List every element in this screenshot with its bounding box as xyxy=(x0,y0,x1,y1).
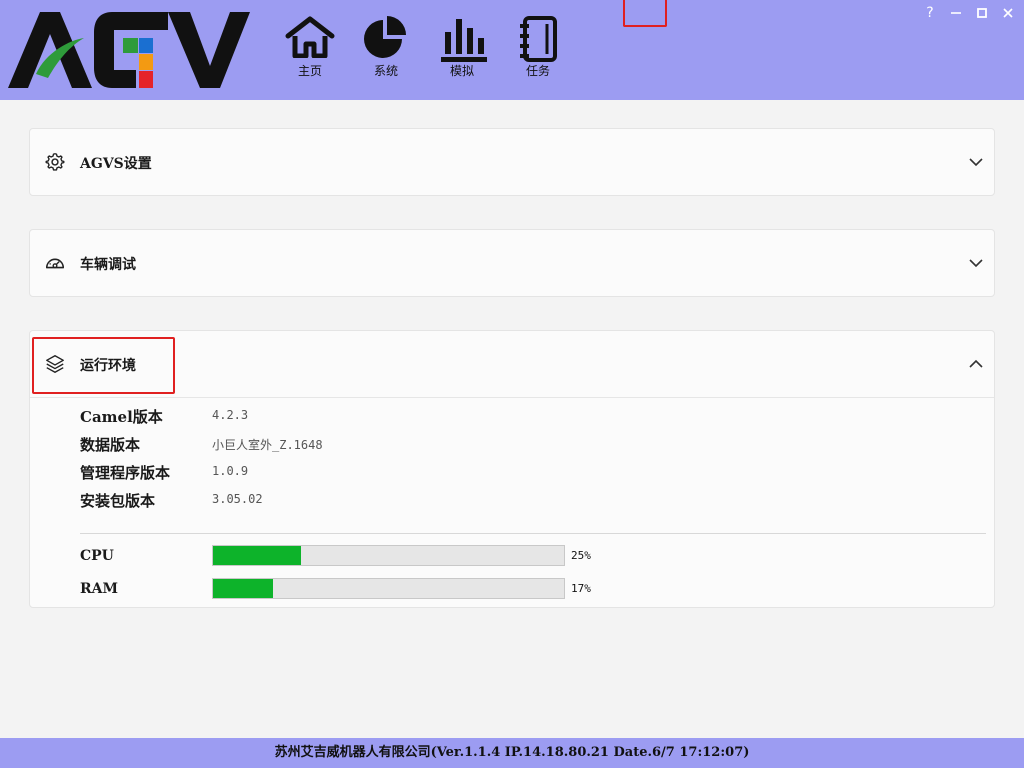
gear-icon xyxy=(45,153,65,171)
info-label: 数据版本 xyxy=(80,436,141,454)
nav-simulation-label: 模拟 xyxy=(449,64,474,78)
nav-home[interactable]: 主页 xyxy=(280,16,340,96)
panel-agvs-settings-header[interactable]: AGVS设置 xyxy=(30,129,994,195)
ram-progress-bar xyxy=(212,578,565,599)
speedometer-icon xyxy=(45,258,65,269)
close-button[interactable] xyxy=(998,3,1018,23)
home-icon xyxy=(285,16,335,58)
panel-agvs-settings: AGVS设置 xyxy=(29,128,995,196)
ram-label: RAM xyxy=(80,581,118,597)
app-header: 主页 系统 模拟 任务 ? xyxy=(0,0,1024,100)
chevron-down-icon xyxy=(969,158,983,167)
nav-simulation[interactable]: 模拟 xyxy=(432,16,492,96)
maximize-button[interactable] xyxy=(972,3,992,23)
cpu-label: CPU xyxy=(80,548,114,564)
nav-system-label: 系统 xyxy=(373,64,398,78)
cpu-progress-fill xyxy=(213,546,301,565)
divider xyxy=(80,533,986,534)
ram-value: 17% xyxy=(571,582,591,595)
nav-tasks[interactable]: 任务 xyxy=(508,16,568,96)
footer-text: 苏州艾吉威机器人有限公司(Ver.1.1.4 IP.14.18.80.21 Da… xyxy=(274,745,750,760)
info-value: 1.0.9 xyxy=(212,464,249,478)
highlight-box-runtime-env xyxy=(32,337,175,394)
panel-vehicle-debug-title: 车辆调试 xyxy=(80,257,136,273)
maximize-icon xyxy=(977,8,987,18)
nav-home-label: 主页 xyxy=(297,64,322,78)
info-label: 安装包版本 xyxy=(80,492,156,510)
help-button[interactable]: ? xyxy=(920,3,940,23)
chevron-down-icon xyxy=(969,259,983,268)
cpu-progress-bar xyxy=(212,545,565,566)
minimize-icon xyxy=(951,12,961,14)
nav-system[interactable]: 系统 xyxy=(356,16,416,96)
panel-vehicle-debug: 车辆调试 xyxy=(29,229,995,297)
cpu-value: 25% xyxy=(571,549,591,562)
panel-agvs-settings-title: AGVS设置 xyxy=(80,156,152,172)
panel-runtime-env-body: Camel版本 4.2.3 数据版本 小巨人室外_Z.1648 管理程序版本 1… xyxy=(30,397,994,607)
minimize-button[interactable] xyxy=(946,3,966,23)
highlight-marker-top xyxy=(623,0,667,27)
info-label: 管理程序版本 xyxy=(80,464,171,482)
notebook-icon xyxy=(520,16,557,62)
bar-chart-icon xyxy=(441,19,487,62)
info-label: Camel版本 xyxy=(80,408,163,426)
ram-progress-fill xyxy=(213,579,273,598)
help-icon: ? xyxy=(926,5,934,21)
pie-chart-icon xyxy=(364,16,406,58)
info-value: 4.2.3 xyxy=(212,408,249,422)
chevron-up-icon xyxy=(969,359,983,368)
info-value: 小巨人室外_Z.1648 xyxy=(212,438,323,452)
close-icon xyxy=(1003,8,1013,18)
status-footer: 苏州艾吉威机器人有限公司(Ver.1.1.4 IP.14.18.80.21 Da… xyxy=(0,738,1024,768)
nav-tasks-label: 任务 xyxy=(525,64,550,78)
agv-logo xyxy=(8,12,250,88)
info-value: 3.05.02 xyxy=(212,492,263,506)
panel-vehicle-debug-header[interactable]: 车辆调试 xyxy=(30,230,994,296)
